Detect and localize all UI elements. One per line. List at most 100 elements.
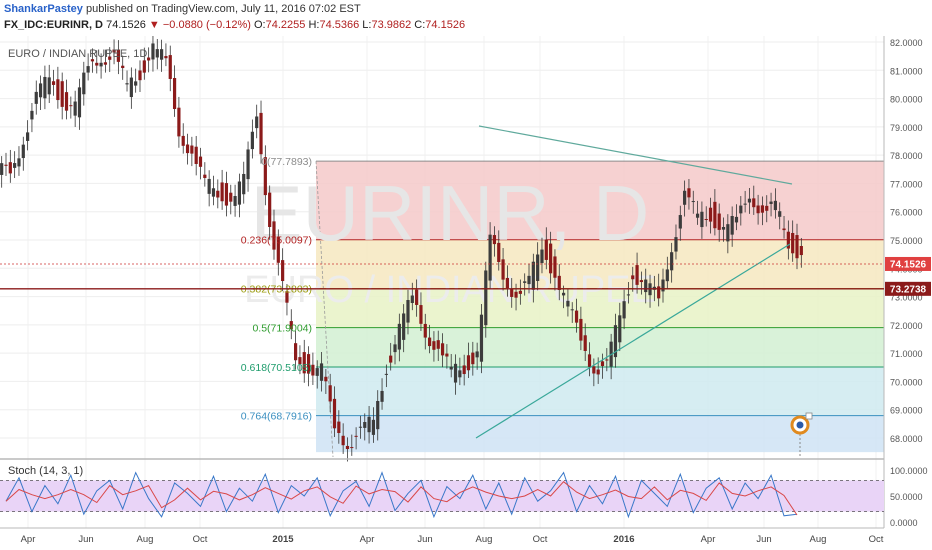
candle-body — [419, 305, 423, 324]
candle-body — [69, 105, 73, 107]
candle-body — [17, 158, 21, 167]
alert-clock-center — [796, 421, 804, 429]
candle-body — [233, 196, 237, 206]
candle-body — [531, 261, 535, 290]
candle-body — [592, 366, 596, 374]
candle-body — [13, 163, 17, 168]
candle-body — [86, 66, 90, 73]
candle-body — [60, 81, 64, 107]
candle-body — [185, 144, 190, 154]
price-tick-label: 69.0000 — [890, 406, 923, 416]
time-tick-label: Apr — [360, 534, 375, 545]
candle-body — [198, 156, 203, 167]
candle-body — [194, 146, 198, 164]
candle-body — [172, 77, 177, 110]
time-tick-label: 2016 — [613, 534, 634, 545]
candle-body — [773, 200, 777, 211]
candle-body — [125, 83, 129, 85]
candle-body — [639, 280, 643, 283]
candle-body — [432, 341, 436, 350]
author-link[interactable]: ShankarPastey — [4, 3, 83, 15]
candle-body — [410, 295, 414, 304]
candle-body — [760, 205, 765, 213]
candle-body — [142, 60, 146, 73]
candle-body — [389, 355, 393, 363]
candle-body — [0, 163, 4, 175]
price-tick-label: 81.0000 — [890, 66, 923, 76]
candle-body — [440, 343, 445, 356]
candle-body — [549, 243, 553, 274]
candle-body — [95, 62, 99, 66]
high-value: 74.5366 — [319, 19, 360, 31]
candle-body — [406, 300, 410, 323]
chart-header: ShankarPastey published on TradingView.c… — [0, 0, 932, 36]
candle-body — [160, 49, 164, 60]
candle-body — [527, 275, 531, 285]
candle-body — [367, 416, 371, 433]
candle-body — [536, 254, 540, 281]
candle-body — [315, 368, 319, 376]
candle-body — [216, 190, 220, 198]
candle-body — [207, 178, 211, 194]
candle-body — [721, 227, 726, 230]
price-tick-label: 71.0000 — [890, 349, 923, 359]
candle-body — [77, 87, 82, 118]
candle-body — [510, 289, 514, 297]
candle-body — [211, 188, 216, 197]
high-label: H: — [308, 19, 320, 31]
candle-body — [661, 279, 665, 292]
change-arrow-icon: ▼ — [148, 19, 160, 31]
candle-body — [168, 55, 172, 79]
price-tick-label: 72.0000 — [890, 321, 923, 331]
candle-body — [237, 181, 242, 205]
candle-body — [713, 201, 717, 229]
candle-body — [752, 198, 756, 208]
candle-body — [618, 315, 622, 343]
candle-body — [4, 164, 8, 166]
candle-body — [134, 81, 138, 86]
candle-body — [147, 57, 151, 61]
candle-body — [471, 352, 475, 365]
candle-body — [574, 310, 579, 323]
close-label: C: — [414, 19, 426, 31]
stoch-tick-label: 0.0000 — [890, 518, 918, 528]
candle-body — [501, 259, 505, 280]
time-tick-label: Apr — [701, 534, 716, 545]
candle-body — [644, 279, 648, 293]
candle-body — [8, 162, 12, 174]
price-tick-label: 79.0000 — [890, 123, 923, 133]
candle-body — [51, 81, 56, 85]
candle-body — [341, 435, 345, 446]
last-price-tag-text: 74.1526 — [890, 259, 927, 270]
candle-body — [121, 65, 125, 69]
candle-body — [138, 70, 142, 81]
candle-body — [587, 354, 592, 367]
candle-body — [397, 323, 401, 350]
symbol-label[interactable]: FX_IDC:EURINR, D — [4, 19, 103, 31]
time-axis-ticks: Apr Jun Aug Oct 2015 Apr Jun Aug Oct 2016 Apr Jun Au… — [21, 534, 884, 545]
candle-body — [799, 245, 803, 256]
candle-body — [488, 234, 492, 281]
candle-body — [700, 211, 704, 228]
open-label: O: — [254, 19, 266, 31]
price-tick-label: 68.0000 — [890, 434, 923, 444]
candle-body — [181, 135, 185, 146]
candle-body — [177, 107, 181, 137]
candle-body — [103, 62, 108, 65]
candle-body — [99, 62, 103, 67]
candle-body — [250, 131, 254, 150]
close-value: 74.1526 — [425, 19, 466, 31]
candle-body — [220, 182, 224, 202]
candle-body — [30, 110, 34, 120]
chart-canvas[interactable]: EURINR, D EURO / INDIAN RUPEE 0(77.7893)… — [0, 0, 932, 550]
candle-body — [82, 72, 86, 95]
candle-body — [566, 300, 570, 307]
candle-body — [743, 203, 747, 205]
candle-body — [466, 355, 471, 371]
candle-body — [747, 198, 752, 203]
price-tick-label: 76.0000 — [890, 208, 923, 218]
candle-body — [497, 242, 501, 262]
candle-body — [505, 277, 509, 289]
candle-body — [544, 239, 548, 260]
candle-body — [151, 43, 155, 60]
